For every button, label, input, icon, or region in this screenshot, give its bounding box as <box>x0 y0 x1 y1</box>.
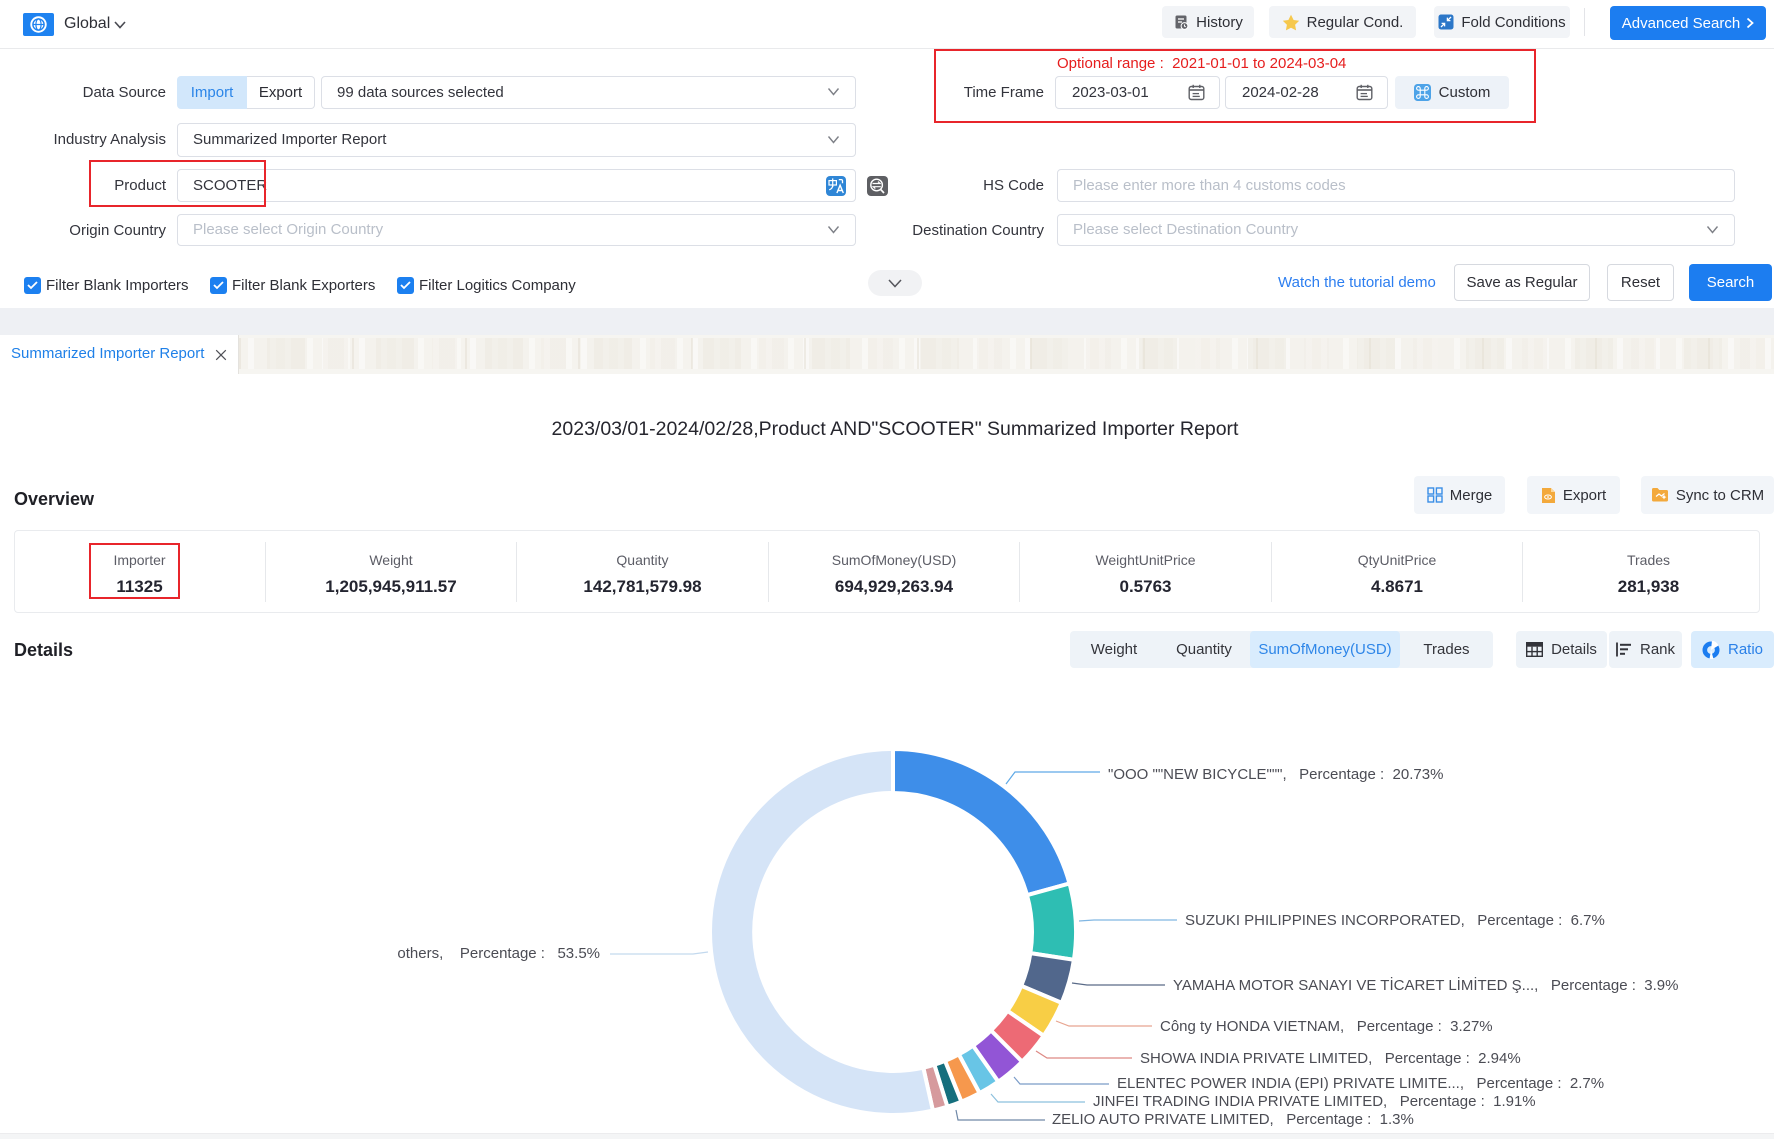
svg-text:ZELIO AUTO PRIVATE LIMITED,: ZELIO AUTO PRIVATE LIMITED, Percentage :… <box>1052 1111 1414 1128</box>
svg-text:"OOO ""NEW BICYCLE""", Perce: "OOO ""NEW BICYCLE""", Percentage : 20.7… <box>1108 766 1443 783</box>
svg-text:ELENTEC POWER INDIA (EPI) PRIV: ELENTEC POWER INDIA (EPI) PRIVATE LIMITE… <box>1117 1075 1604 1092</box>
svg-text:YAMAHA MOTOR SANAYI VE TİCARET: YAMAHA MOTOR SANAYI VE TİCARET LİMİTED Ş… <box>1173 976 1678 994</box>
svg-text:SHOWA INDIA PRIVATE LIMITED,: SHOWA INDIA PRIVATE LIMITED, Percentage … <box>1140 1050 1521 1067</box>
svg-text:SUZUKI PHILIPPINES INCORPORATE: SUZUKI PHILIPPINES INCORPORATED, Percent… <box>1185 912 1605 929</box>
svg-text:JINFEI TRADING INDIA PRIVATE L: JINFEI TRADING INDIA PRIVATE LIMITED, Pe… <box>1093 1093 1536 1110</box>
svg-text:Công ty HONDA VIETNAM, Perce: Công ty HONDA VIETNAM, Percentage : 3.27… <box>1160 1018 1493 1035</box>
svg-text:others, Percentage : 53.5: others, Percentage : 53.5% <box>397 945 600 962</box>
